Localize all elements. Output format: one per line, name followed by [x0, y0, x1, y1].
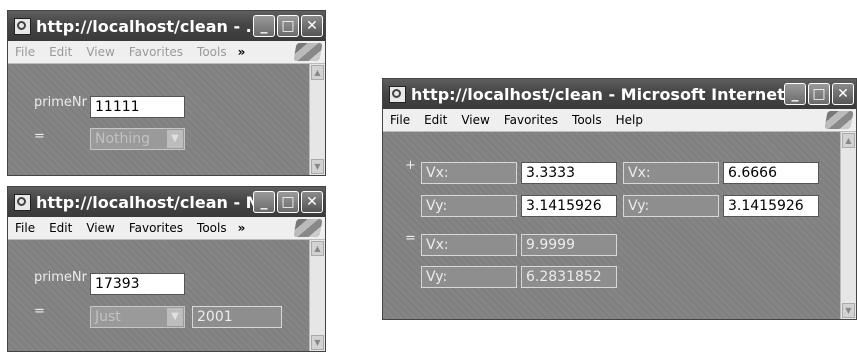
result-select-value: Just	[95, 309, 121, 325]
result-select[interactable]: Nothing ▼	[90, 128, 185, 150]
page-content: primeNr 11111 = Nothing ▼	[8, 64, 309, 175]
close-button[interactable]: ✕	[301, 191, 323, 213]
just-value-field[interactable]: 2001	[192, 306, 282, 328]
menu-tools[interactable]: Tools	[190, 221, 234, 235]
menu-file[interactable]: File	[8, 221, 42, 235]
menu-edit[interactable]: Edit	[42, 45, 79, 59]
scroll-up-icon[interactable]: ▲	[311, 65, 324, 80]
scroll-down-icon[interactable]: ▼	[311, 335, 324, 350]
plus-operator: +	[405, 158, 416, 173]
browser-window-2: http://localhost/clean - M... _ □ ✕ File…	[7, 186, 326, 352]
menu-favorites[interactable]: Favorites	[122, 221, 190, 235]
vec1-vx-label: Vx:	[421, 162, 517, 184]
chevron-down-icon[interactable]: ▼	[167, 130, 183, 148]
title-bar[interactable]: http://localhost/clean - ... _ □ ✕	[8, 11, 325, 41]
chevron-down-icon[interactable]: ▼	[167, 308, 183, 326]
menu-view[interactable]: View	[79, 221, 121, 235]
ie-page-icon	[14, 17, 31, 35]
browser-window-3: http://localhost/clean - Microsoft Inter…	[382, 78, 857, 320]
equals-label: =	[34, 129, 45, 144]
window-title: http://localhost/clean - M...	[36, 192, 253, 212]
vertical-scrollbar[interactable]: ▲ ▼	[840, 132, 856, 319]
menu-tools[interactable]: Tools	[565, 113, 609, 127]
ie-page-icon	[389, 85, 406, 103]
menu-favorites[interactable]: Favorites	[122, 45, 190, 59]
maximize-button[interactable]: □	[277, 191, 299, 213]
menu-overflow-chevron[interactable]: »	[234, 45, 250, 59]
prime-input[interactable]: 17393	[90, 273, 185, 295]
minimize-button[interactable]: _	[253, 191, 275, 213]
menu-bar: File Edit View Favorites Tools Help	[383, 109, 856, 132]
prime-label: primeNr	[34, 270, 87, 285]
close-button[interactable]: ✕	[301, 15, 323, 37]
title-bar[interactable]: http://localhost/clean - M... _ □ ✕	[8, 187, 325, 217]
close-button[interactable]: ✕	[832, 83, 854, 105]
vec2-vx-label: Vx:	[623, 162, 719, 184]
page-content: + = Vx: 3.3333 Vy: 3.1415926 Vx: 6.6666 …	[383, 132, 840, 319]
window-title: http://localhost/clean - ...	[36, 16, 253, 36]
windows-flag-icon	[824, 111, 854, 129]
vec2-vy-label: Vy:	[623, 195, 719, 217]
menu-file[interactable]: File	[383, 113, 417, 127]
browser-window-1: http://localhost/clean - ... _ □ ✕ File …	[7, 10, 326, 176]
vec2-vx-input[interactable]: 6.6666	[723, 162, 819, 184]
scroll-down-icon[interactable]: ▼	[842, 303, 855, 318]
equals-label: =	[34, 304, 45, 319]
page-content: primeNr 17393 = Just ▼ 2001	[8, 240, 309, 351]
menu-bar: File Edit View Favorites Tools »	[8, 41, 325, 64]
minimize-button[interactable]: _	[253, 15, 275, 37]
result-select-value: Nothing	[95, 131, 151, 147]
menu-help[interactable]: Help	[609, 113, 650, 127]
scroll-up-icon[interactable]: ▲	[842, 133, 855, 148]
menu-view[interactable]: View	[79, 45, 121, 59]
menu-overflow-chevron[interactable]: »	[234, 221, 250, 235]
vec1-vx-input[interactable]: 3.3333	[521, 162, 617, 184]
menu-favorites[interactable]: Favorites	[497, 113, 565, 127]
menu-file[interactable]: File	[8, 45, 42, 59]
scroll-down-icon[interactable]: ▼	[311, 159, 324, 174]
prime-input[interactable]: 11111	[90, 96, 185, 118]
result-vx-value: 9.9999	[521, 234, 617, 256]
equals-operator: =	[405, 231, 416, 246]
title-bar[interactable]: http://localhost/clean - Microsoft Inter…	[383, 79, 856, 109]
windows-flag-icon	[293, 219, 323, 237]
ie-page-icon	[14, 193, 31, 211]
vec1-vy-input[interactable]: 3.1415926	[521, 195, 617, 217]
vertical-scrollbar[interactable]: ▲ ▼	[309, 240, 325, 351]
menu-edit[interactable]: Edit	[42, 221, 79, 235]
windows-flag-icon	[293, 43, 323, 61]
menu-tools[interactable]: Tools	[190, 45, 234, 59]
result-select[interactable]: Just ▼	[90, 306, 185, 328]
maximize-button[interactable]: □	[277, 15, 299, 37]
menu-edit[interactable]: Edit	[417, 113, 454, 127]
result-vx-label: Vx:	[421, 234, 517, 256]
maximize-button[interactable]: □	[808, 83, 830, 105]
result-vy-value: 6.2831852	[521, 266, 617, 288]
menu-view[interactable]: View	[454, 113, 496, 127]
minimize-button[interactable]: _	[784, 83, 806, 105]
vec1-vy-label: Vy:	[421, 195, 517, 217]
scroll-up-icon[interactable]: ▲	[311, 241, 324, 256]
vertical-scrollbar[interactable]: ▲ ▼	[309, 64, 325, 175]
menu-bar: File Edit View Favorites Tools »	[8, 217, 325, 240]
result-vy-label: Vy:	[421, 266, 517, 288]
vec2-vy-input[interactable]: 3.1415926	[723, 195, 819, 217]
window-title: http://localhost/clean - Microsoft Inter…	[411, 84, 784, 104]
prime-label: primeNr	[34, 95, 87, 110]
